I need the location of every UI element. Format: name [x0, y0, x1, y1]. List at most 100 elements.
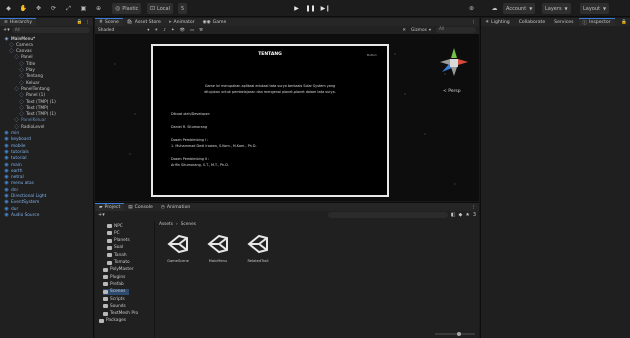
hierarchy-item[interactable]: ◉ menu atas: [4, 181, 34, 187]
lighting-toggle-icon[interactable]: ☀: [154, 28, 158, 33]
scale-tool-icon[interactable]: ⤢: [63, 3, 74, 14]
hierarchy-item[interactable]: ◌ PanelKeluar: [14, 118, 46, 124]
tab-services[interactable]: Services: [550, 18, 577, 26]
tab-inspector[interactable]: ⓘ Inspector: [578, 18, 615, 26]
tab-collaborate[interactable]: Collaborate: [515, 18, 549, 26]
hidden-toggle-icon[interactable]: 👁: [180, 28, 185, 33]
folder-item[interactable]: Plugins: [103, 274, 125, 280]
hierarchy-item[interactable]: ◉ Audio Source: [4, 212, 39, 218]
scene-asset[interactable]: RelatedTrail: [247, 233, 269, 263]
tab-animator[interactable]: ⫸ Animator: [165, 18, 199, 26]
folder-item[interactable]: Scenes: [103, 288, 130, 295]
filter-type-icon[interactable]: ◧: [451, 212, 456, 218]
scene-asset[interactable]: MainMenu: [207, 233, 229, 263]
console-icon: ▤: [128, 204, 133, 210]
scene-orientation-gizmo[interactable]: [436, 46, 472, 86]
lock-icon[interactable]: 🔒: [77, 20, 83, 25]
tab-hierarchy[interactable]: ≡ Hierarchy: [0, 18, 37, 26]
hierarchy-item[interactable]: ◌ Panel: [14, 55, 32, 61]
folder-item[interactable]: PolyMaster: [103, 267, 133, 273]
layout-dropdown[interactable]: Layout ▼: [580, 3, 610, 14]
zoom-slider[interactable]: [435, 332, 475, 336]
more-icon[interactable]: ⋮: [85, 20, 90, 25]
shading-mode-dropdown[interactable]: Shaded: [98, 28, 114, 33]
tab-lighting[interactable]: ☀ Lighting: [481, 18, 514, 26]
collab-icon[interactable]: ⊛: [466, 3, 477, 14]
2d-toggle[interactable]: ▾: [147, 28, 149, 33]
hierarchy-item[interactable]: ◉ keyboard: [4, 137, 31, 143]
add-icon[interactable]: +▾: [3, 27, 10, 33]
tab-animation[interactable]: ◷ Animation: [157, 203, 194, 211]
folder-item[interactable]: Packages: [99, 318, 126, 324]
tab-scene[interactable]: # Scene: [95, 18, 123, 26]
hierarchy-item[interactable]: ◌ Text (TMP) (1): [19, 112, 55, 118]
camera-toggle-icon[interactable]: ▭: [190, 28, 194, 33]
folder-item[interactable]: TextMesh Pro: [103, 311, 138, 317]
add-icon[interactable]: +▾: [98, 212, 105, 218]
effects-toggle-icon[interactable]: ✦: [171, 28, 175, 33]
tab-services-label: Services: [554, 19, 574, 25]
scene-asset[interactable]: GameScene: [167, 233, 189, 263]
hierarchy-item[interactable]: ◉ Directional Light: [4, 194, 46, 200]
rect-tool-icon[interactable]: ▣: [78, 3, 89, 14]
more-icon[interactable]: ⋮: [471, 205, 476, 210]
folder-item[interactable]: Scripts: [103, 296, 125, 302]
tab-game[interactable]: ◉◉ Game: [199, 18, 231, 26]
persp-label[interactable]: < Persp: [443, 89, 461, 94]
hierarchy-item[interactable]: ◌ Keluar: [19, 80, 40, 86]
folder-item[interactable]: Soal: [107, 245, 123, 251]
snap-button[interactable]: 5: [178, 3, 188, 14]
hierarchy-item[interactable]: ◉ EventSystem: [4, 200, 39, 206]
hierarchy-item[interactable]: ◌ RadioLevel: [14, 124, 44, 130]
gamepad-icon: ◉◉: [202, 19, 211, 25]
folder-item[interactable]: PC: [107, 230, 120, 236]
hierarchy-search-input[interactable]: All: [11, 27, 90, 33]
tab-asset-store[interactable]: 🛍 Asset Store: [123, 18, 165, 26]
lock-icon[interactable]: 🔒: [621, 20, 627, 25]
hierarchy-item[interactable]: ◌ Panel (1): [19, 93, 45, 99]
unity-logo-icon[interactable]: ◆: [3, 3, 14, 14]
star-icon[interactable]: ★: [465, 212, 469, 218]
more-icon[interactable]: ⋮: [471, 20, 476, 25]
tools-toggle-icon[interactable]: ⚒: [199, 28, 203, 33]
local-toggle[interactable]: ⊡ Local: [147, 3, 173, 14]
cloud-icon[interactable]: ☁: [489, 3, 500, 14]
hierarchy-item[interactable]: ◉ tutorial: [4, 156, 26, 162]
pivot-toggle[interactable]: ◎ Plastic: [112, 3, 142, 14]
folder-icon: [107, 260, 112, 265]
filter-label-icon[interactable]: ◆: [458, 212, 462, 218]
pause-button[interactable]: ❚❚: [305, 3, 316, 14]
panel-tentang[interactable]: TENTANG Button Game ini merupakan aplika…: [151, 44, 389, 197]
transform-tool-icon[interactable]: ⊕: [93, 3, 104, 14]
zoom-slider-handle[interactable]: [457, 332, 461, 336]
breadcrumb-current[interactable]: Scenes: [181, 222, 196, 227]
gizmos-dropdown[interactable]: Gizmos ▾: [411, 28, 431, 33]
account-dropdown[interactable]: Account ▼: [503, 3, 536, 14]
hierarchy-item[interactable]: ◌ Tentang: [19, 74, 43, 80]
folder-item[interactable]: Planets: [107, 238, 130, 244]
step-button[interactable]: ▶❙: [320, 3, 331, 14]
rotate-tool-icon[interactable]: ⟳: [48, 3, 59, 14]
tab-console[interactable]: ▤ Console: [124, 203, 157, 211]
hierarchy-item-label: Keluar: [26, 80, 40, 86]
folder-item[interactable]: Sounds: [103, 303, 126, 309]
scene-search-input[interactable]: All: [436, 27, 476, 33]
folder-label: Tanah: [114, 252, 127, 258]
tab-project[interactable]: ▰ Project: [95, 203, 125, 211]
hierarchy-item[interactable]: ◌ Canvas: [9, 49, 31, 55]
layers-dropdown[interactable]: Layers ▼: [542, 3, 571, 14]
hand-tool-icon[interactable]: ✋: [18, 3, 29, 14]
hierarchy-search-row: +▾ All: [0, 26, 93, 34]
folder-item[interactable]: Tanah: [107, 252, 127, 258]
hierarchy-item[interactable]: ◌ Text (TMP) (1): [19, 99, 55, 105]
audio-toggle-icon[interactable]: ♪: [163, 28, 166, 33]
breadcrumb-root[interactable]: Assets: [159, 222, 173, 227]
play-button[interactable]: ▶: [291, 3, 302, 14]
folder-item[interactable]: NPC: [107, 223, 123, 229]
scene-camera-icon[interactable]: ✕: [402, 28, 406, 33]
folder-item[interactable]: Prefab: [103, 281, 124, 287]
move-tool-icon[interactable]: ✥: [33, 3, 44, 14]
folder-item[interactable]: Tomato: [107, 260, 130, 266]
project-search-input[interactable]: [327, 212, 448, 218]
project-panel: ▰ Project ▤ Console ◷ Animation ⋮ +▾ ◧ ◆…: [95, 202, 479, 338]
